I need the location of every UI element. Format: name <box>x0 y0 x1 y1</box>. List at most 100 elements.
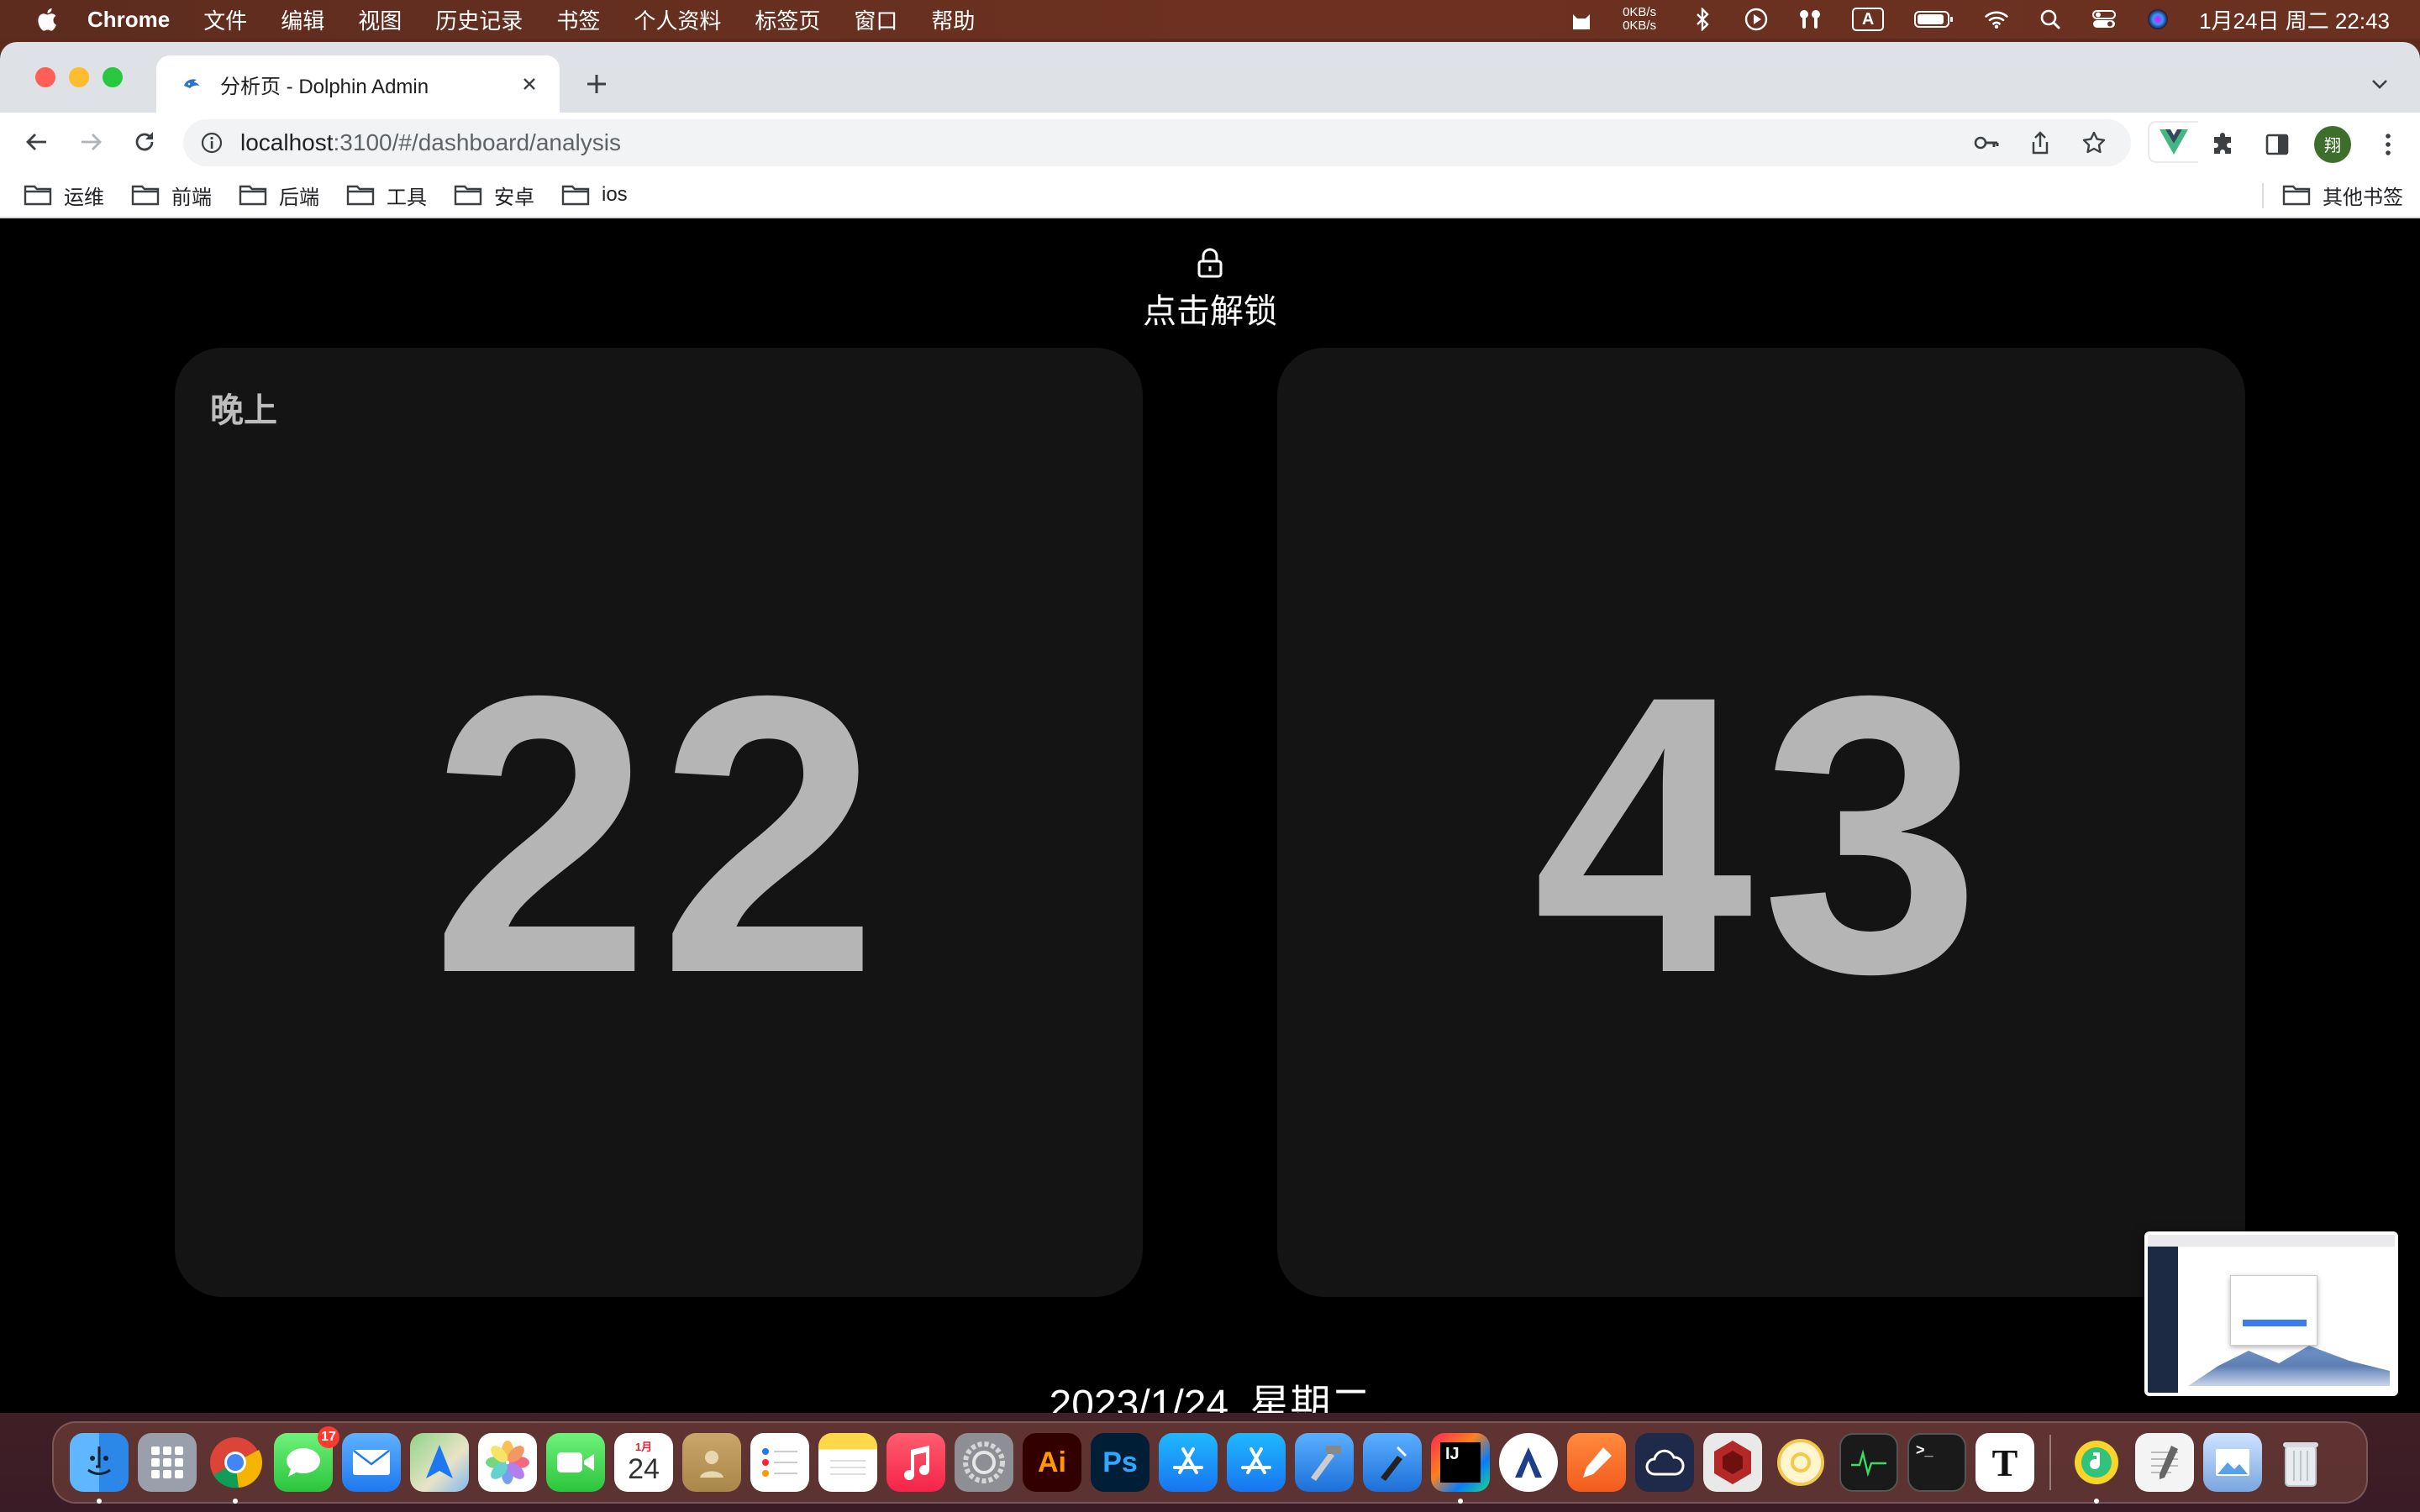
illustrator-icon[interactable]: Ai <box>1023 1433 1081 1492</box>
site-info-icon[interactable] <box>195 126 229 160</box>
photos-icon[interactable] <box>478 1433 537 1492</box>
mail-icon[interactable] <box>342 1433 401 1492</box>
reload-icon[interactable] <box>128 125 161 159</box>
intellij-icon[interactable]: IJ <box>1431 1433 1490 1504</box>
menu-tabs[interactable]: 标签页 <box>755 4 820 35</box>
url-path: :3100/#/dashboard/analysis <box>333 129 621 155</box>
music-icon[interactable] <box>886 1433 945 1492</box>
tab-analysis[interactable]: 分析页 - Dolphin Admin <box>156 55 560 113</box>
menu-file[interactable]: 文件 <box>203 4 247 35</box>
folder-icon <box>24 182 52 207</box>
messages-icon[interactable]: 17 <box>274 1426 339 1492</box>
extensions-puzzle-icon[interactable] <box>2207 128 2240 161</box>
cloud-app-icon[interactable] <box>1635 1433 1694 1492</box>
bookmark-folder-backend[interactable]: 后端 <box>239 180 319 210</box>
trash-icon[interactable] <box>2271 1433 2330 1492</box>
bookmark-folder-frontend[interactable]: 前端 <box>131 180 212 210</box>
tab-search-chevron-down-icon[interactable] <box>2365 69 2395 99</box>
tab-close-icon[interactable] <box>518 72 541 96</box>
bookmark-label: 运维 <box>64 186 104 209</box>
menu-clock[interactable]: 1月24日 周二 22:43 <box>2199 4 2390 35</box>
unlock-button[interactable]: 点击解锁 <box>1126 247 1294 331</box>
share-icon[interactable] <box>2023 126 2057 160</box>
folder-icon <box>239 182 267 207</box>
thumbnail-dialog <box>2230 1275 2317 1346</box>
side-panel-icon[interactable] <box>2260 128 2294 161</box>
pen-app-icon[interactable] <box>1567 1433 1626 1492</box>
menu-app-name[interactable]: Chrome <box>87 7 170 33</box>
terminal-icon[interactable]: >_ <box>1907 1433 1966 1492</box>
cat-status-icon[interactable] <box>1569 7 1594 32</box>
hour-digits: 22 <box>430 614 887 1055</box>
bookmark-folder-other[interactable]: 其他书签 <box>2282 180 2403 210</box>
system-settings-icon[interactable] <box>955 1433 1013 1492</box>
bookmark-label: 其他书签 <box>2323 186 2403 209</box>
network-speed[interactable]: 0KB/s 0KB/s <box>1623 6 1656 33</box>
calendar-icon[interactable]: 1月 24 <box>614 1433 673 1492</box>
photoshop-icon[interactable]: Ps <box>1091 1433 1150 1492</box>
window-minimize-button[interactable] <box>69 67 89 87</box>
launchpad-icon[interactable] <box>138 1433 197 1492</box>
facetime-icon[interactable] <box>546 1433 605 1492</box>
url-text[interactable]: localhost:3100/#/dashboard/analysis <box>240 129 621 156</box>
navicat-icon[interactable] <box>1771 1433 1830 1492</box>
running-indicator <box>233 1499 238 1504</box>
vue-devtools-extension-icon[interactable] <box>2148 121 2198 163</box>
xcode-icon[interactable] <box>1295 1433 1354 1492</box>
bookmark-folder-tools[interactable]: 工具 <box>346 180 427 210</box>
bookmark-folder-ios[interactable]: ios <box>561 180 628 210</box>
bookmark-folder-android[interactable]: 安卓 <box>454 180 534 210</box>
menu-view[interactable]: 视图 <box>358 4 402 35</box>
blue-a-app-icon[interactable] <box>1499 1433 1558 1492</box>
unlock-label: 点击解锁 <box>1143 293 1277 330</box>
notes-icon[interactable] <box>818 1433 877 1492</box>
bookmark-label: ios <box>602 183 628 206</box>
typora-icon[interactable]: T <box>1975 1433 2034 1492</box>
browser-window: 分析页 - Dolphin Admin localhost:3100/#/das… <box>0 42 2420 1413</box>
chrome-icon[interactable] <box>206 1433 265 1504</box>
wifi-icon[interactable] <box>1984 7 2009 32</box>
address-bar[interactable]: localhost:3100/#/dashboard/analysis <box>183 119 2131 166</box>
spotlight-search-icon[interactable] <box>2038 7 2063 32</box>
minute-card: 43 <box>1277 348 2245 1297</box>
window-close-button[interactable] <box>35 67 55 87</box>
siri-icon[interactable] <box>2145 7 2170 32</box>
menu-history[interactable]: 历史记录 <box>435 4 523 35</box>
password-key-icon[interactable] <box>1970 126 2003 160</box>
forward-arrow-icon[interactable] <box>74 125 108 159</box>
url-host: localhost <box>240 129 334 155</box>
folder-icon <box>561 182 590 207</box>
profile-avatar[interactable]: 翔 <box>2314 125 2351 163</box>
chrome-menu-kebab-icon[interactable] <box>2371 128 2405 161</box>
menu-window[interactable]: 窗口 <box>854 4 897 35</box>
new-tab-button[interactable] <box>580 67 613 101</box>
apple-menu-icon[interactable] <box>27 7 66 32</box>
developer-app-icon[interactable] <box>1227 1433 1286 1492</box>
window-zoom-button[interactable] <box>103 67 123 87</box>
hexagon-app-icon[interactable] <box>1703 1433 1762 1492</box>
back-arrow-icon[interactable] <box>20 125 54 159</box>
textedit-icon[interactable] <box>2135 1433 2194 1492</box>
maps-icon[interactable] <box>410 1433 469 1492</box>
activity-monitor-icon[interactable] <box>1839 1433 1898 1492</box>
airpods-icon[interactable] <box>1797 7 1823 32</box>
menu-profiles[interactable]: 个人资料 <box>634 4 721 35</box>
bookmark-folder-ops[interactable]: 运维 <box>24 180 104 210</box>
menu-edit[interactable]: 编辑 <box>281 4 324 35</box>
preview-icon[interactable] <box>2203 1433 2262 1492</box>
reminders-icon[interactable] <box>750 1433 809 1492</box>
app-store-icon[interactable] <box>1159 1433 1218 1492</box>
control-center-icon[interactable] <box>2091 7 2117 32</box>
bookmark-star-icon[interactable] <box>2077 126 2111 160</box>
menu-bookmarks[interactable]: 书签 <box>556 4 600 35</box>
finder-icon[interactable] <box>70 1433 129 1504</box>
menu-help[interactable]: 帮助 <box>931 4 975 35</box>
screenshot-thumbnail[interactable] <box>2144 1231 2398 1396</box>
bluetooth-icon[interactable] <box>1690 7 1715 32</box>
input-source-icon[interactable]: A <box>1851 7 1885 32</box>
play-circle-icon[interactable] <box>1744 7 1769 32</box>
instruments-icon[interactable] <box>1363 1433 1422 1492</box>
contacts-icon[interactable] <box>682 1433 741 1492</box>
battery-icon[interactable] <box>1913 7 1955 32</box>
qq-music-icon[interactable] <box>2067 1433 2126 1504</box>
